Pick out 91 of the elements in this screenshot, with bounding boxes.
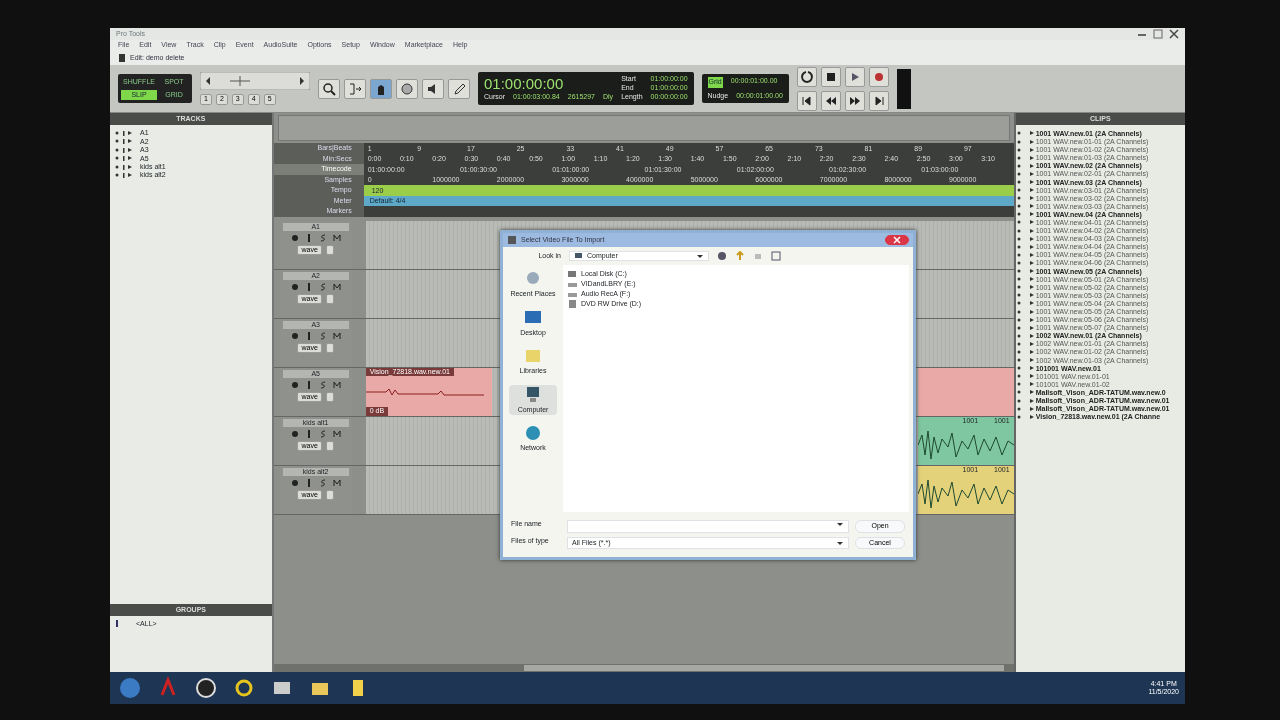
start-orb-icon bbox=[119, 677, 141, 699]
clip-expand-icon[interactable] bbox=[1015, 284, 1034, 291]
clip-expand-icon[interactable] bbox=[1015, 332, 1034, 339]
horizontal-scrollbar[interactable] bbox=[273, 664, 1014, 672]
record-enable-icon[interactable] bbox=[289, 232, 300, 243]
app-icon bbox=[507, 235, 517, 245]
view-menu-icon[interactable] bbox=[771, 251, 781, 262]
clip-expand-icon[interactable] bbox=[1015, 259, 1034, 266]
clip-expand-icon[interactable] bbox=[1015, 300, 1034, 307]
clip-expand-icon[interactable] bbox=[1015, 405, 1034, 412]
transport-button[interactable] bbox=[820, 66, 841, 87]
record-enable-icon[interactable] bbox=[289, 379, 300, 390]
track-visibility-icon[interactable] bbox=[114, 155, 132, 163]
file-name-field[interactable] bbox=[567, 520, 849, 533]
clip-expand-icon[interactable] bbox=[1015, 170, 1034, 177]
document-icon bbox=[118, 53, 126, 63]
clip-expand-icon[interactable] bbox=[1015, 154, 1034, 161]
trim-icon bbox=[347, 80, 363, 97]
tool-button[interactable] bbox=[448, 78, 470, 99]
clip-expand-icon[interactable] bbox=[1015, 340, 1034, 347]
drive-icon bbox=[567, 299, 577, 310]
tool-button[interactable] bbox=[370, 78, 392, 99]
record-enable-icon[interactable] bbox=[289, 477, 300, 488]
clip-expand-icon[interactable] bbox=[1015, 235, 1034, 242]
maximize-icon[interactable] bbox=[1153, 29, 1163, 39]
clip-expand-icon[interactable] bbox=[1015, 251, 1034, 258]
clip-expand-icon[interactable] bbox=[1015, 316, 1034, 323]
clip-expand-icon[interactable] bbox=[1015, 187, 1034, 194]
tool-button[interactable] bbox=[422, 78, 444, 99]
level-meter-icon bbox=[896, 68, 911, 109]
clip-expand-icon[interactable] bbox=[1015, 292, 1034, 299]
record-enable-icon[interactable] bbox=[289, 281, 300, 292]
clip-expand-icon[interactable] bbox=[1015, 179, 1034, 185]
clip-expand-icon[interactable] bbox=[1015, 357, 1034, 364]
zoom-controls-drawing[interactable] bbox=[200, 72, 310, 91]
clip-expand-icon[interactable] bbox=[1015, 373, 1034, 380]
close-icon[interactable] bbox=[1169, 29, 1179, 39]
track-visibility-icon[interactable] bbox=[114, 130, 132, 138]
caret-icon bbox=[696, 253, 704, 260]
clip-expand-icon[interactable] bbox=[1015, 348, 1034, 355]
track-visibility-icon[interactable] bbox=[114, 172, 132, 180]
mute-icon[interactable] bbox=[331, 330, 342, 341]
clip-expand-icon[interactable] bbox=[1015, 413, 1034, 420]
clip-expand-icon[interactable] bbox=[1015, 138, 1034, 145]
clip-expand-icon[interactable] bbox=[1015, 276, 1034, 283]
transport-button[interactable] bbox=[820, 90, 841, 111]
loop-icon bbox=[798, 68, 815, 85]
clip-expand-icon[interactable] bbox=[1015, 227, 1034, 234]
clip-expand-icon[interactable] bbox=[1015, 397, 1034, 404]
mute-icon[interactable] bbox=[331, 477, 342, 488]
record-enable-icon[interactable] bbox=[289, 330, 300, 341]
track-visibility-icon[interactable] bbox=[114, 146, 132, 154]
track-visibility-icon[interactable] bbox=[114, 163, 132, 171]
tool-button[interactable] bbox=[396, 78, 418, 99]
clip-expand-icon[interactable] bbox=[1015, 324, 1034, 331]
mute-icon[interactable] bbox=[331, 379, 342, 390]
caret-icon bbox=[836, 521, 844, 527]
clip-expand-icon[interactable] bbox=[1015, 365, 1034, 372]
transport-button[interactable] bbox=[796, 66, 817, 87]
tool-button[interactable] bbox=[318, 78, 340, 99]
main-counter: 01:00:00:00 bbox=[484, 75, 565, 94]
transport-button[interactable] bbox=[868, 90, 889, 111]
record-enable-icon[interactable] bbox=[289, 428, 300, 439]
clip-expand-icon[interactable] bbox=[1015, 308, 1034, 315]
drive-icon bbox=[567, 269, 577, 280]
transport-button[interactable] bbox=[796, 90, 817, 111]
track-visibility-icon[interactable] bbox=[114, 138, 132, 146]
mute-icon[interactable] bbox=[331, 232, 342, 243]
clip-expand-icon[interactable] bbox=[1015, 146, 1034, 153]
computer-icon bbox=[574, 252, 583, 261]
clip-expand-icon[interactable] bbox=[1015, 243, 1034, 250]
scrub-icon bbox=[399, 80, 415, 97]
clip-expand-icon[interactable] bbox=[1015, 389, 1034, 396]
close-icon bbox=[893, 236, 901, 244]
clip-expand-icon[interactable] bbox=[1015, 195, 1034, 202]
transport-button[interactable] bbox=[844, 90, 865, 111]
clip-expand-icon[interactable] bbox=[1015, 130, 1034, 137]
mute-icon[interactable] bbox=[331, 281, 342, 292]
close-button[interactable] bbox=[885, 235, 909, 245]
transport-button[interactable] bbox=[844, 66, 865, 87]
clip-expand-icon[interactable] bbox=[1015, 203, 1034, 210]
mute-icon[interactable] bbox=[331, 428, 342, 439]
clip-expand-icon[interactable] bbox=[1015, 162, 1034, 169]
caret-icon bbox=[836, 539, 844, 546]
clip-expand-icon[interactable] bbox=[1015, 381, 1034, 388]
app-logo-icon bbox=[195, 677, 217, 699]
clip-expand-icon[interactable] bbox=[1015, 268, 1034, 275]
back-icon[interactable] bbox=[717, 251, 727, 262]
clip-expand-icon[interactable] bbox=[1015, 219, 1034, 226]
clip-expand-icon[interactable] bbox=[1015, 211, 1034, 218]
magnifier-icon bbox=[321, 80, 337, 97]
